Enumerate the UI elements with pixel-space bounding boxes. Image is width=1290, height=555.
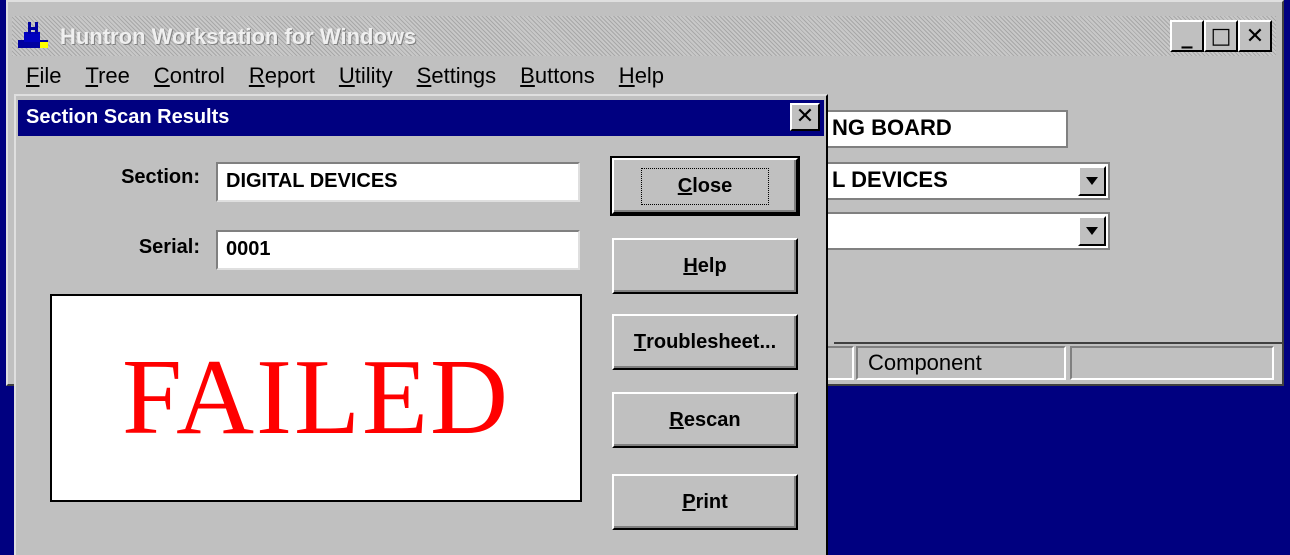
minimize-icon: _ [1181, 23, 1193, 49]
board-name-value: NG BOARD [832, 115, 952, 140]
status-component-label: Component [868, 350, 982, 375]
dialog-title: Section Scan Results [26, 106, 230, 128]
menu-utility[interactable]: Utility [327, 60, 405, 92]
section-scan-results-dialog: Section Scan Results ✕ Section: DIGITAL … [14, 94, 828, 555]
close-icon: ✕ [1245, 23, 1265, 49]
section-combo[interactable]: L DEVICES [820, 162, 1110, 200]
section-combo-value: L DEVICES [832, 167, 948, 192]
dialog-titlebar[interactable]: Section Scan Results ✕ [18, 100, 824, 136]
chevron-down-icon[interactable] [1078, 166, 1106, 196]
section-value: DIGITAL DEVICES [226, 170, 398, 192]
menu-settings[interactable]: Settings [405, 60, 509, 92]
menu-buttons[interactable]: Buttons [508, 60, 607, 92]
divider [834, 342, 1284, 344]
main-window-title: Huntron Workstation for Windows [60, 24, 417, 49]
menu-tree[interactable]: Tree [73, 60, 141, 92]
section-label: Section: [121, 166, 200, 188]
menu-file[interactable]: File [14, 60, 73, 92]
close-window-button[interactable]: ✕ [1238, 20, 1272, 52]
scan-result-text: FAILED [122, 338, 510, 457]
section-field[interactable]: DIGITAL DEVICES [216, 162, 580, 202]
serial-value: 0001 [226, 238, 271, 260]
help-button[interactable]: Help [612, 238, 798, 294]
close-button[interactable]: Close [610, 156, 800, 216]
status-cell-right [1070, 346, 1274, 380]
huntron-app-icon[interactable] [16, 20, 50, 52]
troubleshoot-button[interactable]: Troublesheet... [612, 314, 798, 370]
main-titlebar[interactable]: Huntron Workstation for Windows _ □ ✕ [12, 16, 1276, 56]
menu-report[interactable]: Report [237, 60, 327, 92]
scan-result-panel: FAILED [50, 294, 582, 502]
minimize-button[interactable]: _ [1170, 20, 1204, 52]
menu-help[interactable]: Help [607, 60, 676, 92]
maximize-icon: □ [1210, 23, 1232, 49]
rescan-button[interactable]: Rescan [612, 392, 798, 448]
menubar: File Tree Control Report Utility Setting… [14, 60, 676, 92]
menu-control[interactable]: Control [142, 60, 237, 92]
print-button[interactable]: Print [612, 474, 798, 530]
board-name-field[interactable]: NG BOARD [820, 110, 1068, 148]
secondary-combo[interactable] [820, 212, 1110, 250]
dialog-close-button[interactable]: ✕ [790, 103, 820, 131]
chevron-down-icon[interactable] [1078, 216, 1106, 246]
close-icon: ✕ [795, 104, 815, 129]
serial-field[interactable]: 0001 [216, 230, 580, 270]
status-cell-component: Component [856, 346, 1066, 380]
maximize-button[interactable]: □ [1204, 20, 1238, 52]
window-controls: _ □ ✕ [1170, 20, 1272, 52]
serial-label: Serial: [138, 236, 200, 258]
